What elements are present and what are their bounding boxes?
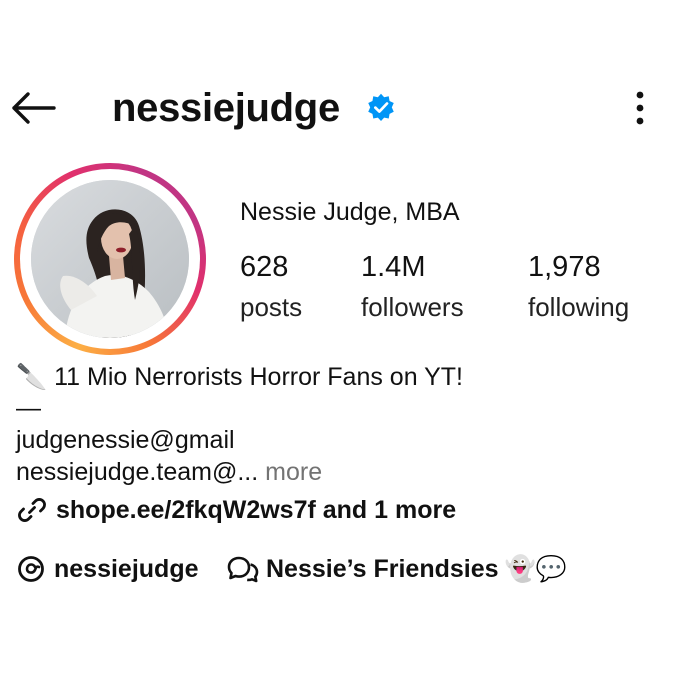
threads-icon [18, 556, 44, 582]
knife-emoji: 🔪 [16, 363, 48, 391]
bio-line-2: — [16, 394, 41, 422]
bio-line-3: judgenessie@gmail [16, 426, 235, 454]
following-count: 1,978 [528, 251, 601, 283]
followers-count: 1.4M [361, 251, 426, 283]
threads-badge[interactable]: nessiejudge [16, 551, 199, 587]
more-options-button[interactable] [624, 88, 656, 128]
avatar[interactable] [31, 180, 189, 338]
verified-badge-icon [366, 93, 396, 123]
external-link-text: shope.ee/2fkqW2ws7f and 1 more [56, 495, 457, 524]
bio-text: 11 Mio Nerrorists Horror Fans on YT! [54, 363, 464, 391]
following-label: following [528, 292, 630, 322]
more-vertical-icon [636, 91, 644, 125]
posts-label: posts [240, 292, 303, 322]
threads-handle: nessiejudge [54, 554, 199, 583]
followers-label: followers [361, 292, 464, 322]
profile-full-name: Nessie Judge, MBA [240, 198, 460, 226]
bio-more-link[interactable]: more [265, 458, 322, 486]
posts-count: 628 [240, 251, 289, 283]
bio-line-4: nessiejudge.team@... more [16, 457, 322, 487]
channel-name: Nessie’s Friendsies [266, 554, 499, 583]
bio-email-text: nessiejudge.team@... [16, 458, 259, 486]
channel-emoji: 👻💬 [504, 554, 567, 583]
back-arrow-icon [12, 92, 56, 124]
back-button[interactable] [8, 88, 58, 128]
broadcast-channel-link[interactable]: Nessie’s Friendsies 👻💬 [226, 551, 567, 587]
profile-username: nessiejudge [112, 86, 340, 130]
broadcast-channel-icon [227, 556, 259, 583]
bio-line-1: 🔪 11 Mio Nerrorists Horror Fans on YT! [16, 362, 463, 392]
link-icon [18, 498, 46, 522]
external-link[interactable]: shope.ee/2fkqW2ws7f and 1 more [16, 493, 456, 527]
